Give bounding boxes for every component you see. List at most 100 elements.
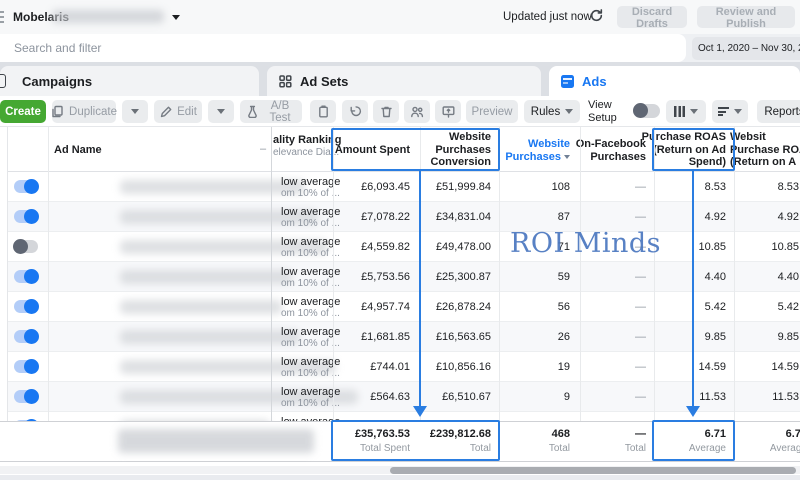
tab-campaigns-label: Campaigns	[22, 74, 92, 89]
chevron-down-icon[interactable]	[172, 15, 180, 20]
on-facebook-purchases-cell: —	[635, 181, 646, 193]
horizontal-scrollbar-thumb[interactable]	[390, 467, 796, 474]
column-website-purchase-roas[interactable]: Websit Purchase ROA (Return on A	[730, 131, 800, 169]
quality-ranking-cell: low average	[281, 296, 340, 308]
purchase-roas-cell: 11.53	[699, 391, 726, 403]
on-facebook-purchases-cell: —	[635, 241, 646, 253]
column-on-facebook-purchases[interactable]: On-Facebook Purchases	[576, 138, 646, 163]
rules-button[interactable]: Rules	[524, 100, 580, 123]
purchase-roas-cell: 4.40	[705, 271, 726, 283]
column-divider	[499, 127, 500, 462]
undo-icon	[349, 105, 362, 118]
edit-dropdown[interactable]	[208, 100, 234, 123]
columns-button[interactable]	[666, 100, 706, 123]
create-button[interactable]: Create	[0, 100, 46, 123]
ad-status-toggle[interactable]	[14, 360, 38, 373]
tab-ads-label: Ads	[582, 74, 607, 89]
amount-spent-cell: £6,093.45	[361, 181, 410, 193]
amount-spent-cell: £5,753.56	[361, 271, 410, 283]
audience-button[interactable]	[404, 100, 430, 123]
discard-drafts-button[interactable]: Discard Drafts	[617, 6, 687, 28]
table-row[interactable]: low average om 10% of ... £4,559.82 £49,…	[0, 232, 800, 262]
total-conversion-value: £239,812.68	[430, 428, 491, 440]
website-purchases-cell: 19	[558, 361, 570, 373]
ad-status-toggle[interactable]	[14, 180, 38, 193]
ad-name-redacted	[120, 330, 300, 344]
breakdown-button[interactable]	[712, 100, 748, 123]
tab-campaigns[interactable]: Campaigns	[0, 66, 259, 96]
ad-status-toggle[interactable]	[14, 240, 38, 253]
website-purchase-roas-cell: 14.59	[771, 361, 799, 373]
ad-status-toggle[interactable]	[14, 300, 38, 313]
column-website-purchases[interactable]: Website Purchases	[505, 138, 570, 163]
quality-ranking-cell: low average	[281, 356, 340, 368]
table-row[interactable]: low average om 10% of ... £4,957.74 £26,…	[0, 292, 800, 322]
pencil-icon	[159, 105, 172, 118]
refresh-button[interactable]	[586, 8, 606, 26]
tab-ad-sets[interactable]: Ad Sets	[267, 66, 541, 96]
ad-sets-grid-icon	[279, 75, 292, 88]
share-screen-button[interactable]	[435, 100, 461, 123]
chevron-down-icon	[131, 109, 139, 114]
table-row[interactable]: low average om 10% of ... £7,078.22 £34,…	[0, 202, 800, 232]
ads-icon	[561, 75, 574, 88]
table-row[interactable]: low average om 10% of ... £616.68 £2,892…	[0, 412, 800, 421]
clipboard-button[interactable]	[310, 100, 336, 123]
on-facebook-purchases-cell: —	[635, 211, 646, 223]
search-input[interactable]	[0, 34, 686, 62]
ad-status-toggle[interactable]	[14, 390, 38, 403]
average-website-purchase-roas: 6.71	[786, 428, 800, 440]
column-divider	[420, 127, 421, 462]
quality-ranking-cell: low average	[281, 266, 340, 278]
column-ad-name[interactable]: Ad Name	[54, 144, 102, 156]
table-row[interactable]: low average om 10% of ... £6,093.45 £51,…	[0, 172, 800, 202]
quality-ranking-cell: low average	[281, 386, 340, 398]
flask-icon	[246, 105, 259, 118]
website-purchases-cell: 9	[564, 391, 570, 403]
quality-ranking-subtext: om 10% of ...	[281, 188, 340, 199]
view-setup-toggle[interactable]	[633, 104, 660, 118]
column-website-purchases-conversion[interactable]: Website Purchases Conversion	[430, 131, 491, 169]
table-row[interactable]: low average om 10% of ... £564.63 £6,510…	[0, 382, 800, 412]
website-purchase-roas-cell: 4.92	[778, 211, 799, 223]
table-row[interactable]: low average om 10% of ... £1,681.85 £16,…	[0, 322, 800, 352]
total-website-purchases: 468	[552, 428, 570, 440]
tab-ads[interactable]: Ads	[549, 66, 800, 96]
column-quality-ranking[interactable]: ality Ranking elevance Dia...	[273, 134, 341, 159]
trash-icon	[380, 105, 393, 118]
ad-status-toggle[interactable]	[14, 330, 38, 343]
ab-test-button[interactable]: A/B Test	[240, 100, 302, 123]
reports-button[interactable]: Reports	[757, 100, 800, 123]
ad-status-toggle[interactable]	[14, 210, 38, 223]
website-purchases-cell: 56	[558, 301, 570, 313]
menu-icon	[0, 11, 4, 23]
purchase-roas-cell: 10.85	[698, 241, 726, 253]
website-purchase-roas-cell: 9.85	[778, 331, 799, 343]
website-purchase-roas-cell: 11.53	[772, 391, 799, 403]
checkbox-column	[0, 127, 8, 462]
ab-test-label: A/B Test	[264, 100, 296, 124]
columns-icon	[674, 106, 685, 117]
undo-button[interactable]	[342, 100, 368, 123]
amount-spent-cell: £4,957.74	[361, 301, 410, 313]
date-range-button[interactable]: Oct 1, 2020 – Nov 30, 2020	[692, 37, 800, 60]
total-website-purchases-label: Total	[549, 443, 570, 454]
website-purchase-roas-cell: 10.85	[771, 241, 799, 253]
preview-button[interactable]: Preview	[466, 100, 518, 123]
website-purchases-conversion-cell: £34,831.04	[436, 211, 491, 223]
duplicate-button[interactable]: Duplicate	[52, 100, 116, 123]
table-row[interactable]: low average om 10% of ... £744.01 £10,85…	[0, 352, 800, 382]
duplicate-dropdown[interactable]	[122, 100, 148, 123]
table-row[interactable]: low average om 10% of ... £5,753.56 £25,…	[0, 262, 800, 292]
edit-button[interactable]: Edit	[154, 100, 202, 123]
website-purchases-cell: 59	[558, 271, 570, 283]
total-on-facebook-purchases-label: Total	[625, 443, 646, 454]
amount-spent-cell: £744.01	[370, 361, 410, 373]
delete-button[interactable]	[373, 100, 399, 123]
duplicate-label: Duplicate	[69, 106, 117, 118]
review-publish-button[interactable]: Review and Publish	[697, 6, 795, 28]
quality-ranking-cell: low average	[281, 236, 340, 248]
total-conversion-label: Total	[470, 443, 491, 454]
ad-status-toggle[interactable]	[14, 270, 38, 283]
column-amount-spent[interactable]: Amount Spent	[335, 144, 410, 157]
